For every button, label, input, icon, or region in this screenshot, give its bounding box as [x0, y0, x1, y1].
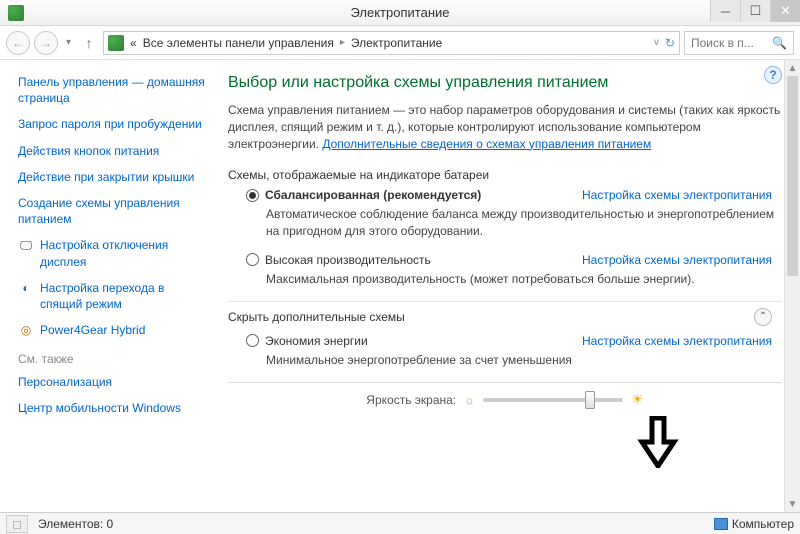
minimize-button[interactable]: ─ [710, 0, 740, 22]
crumb-control-panel[interactable]: Все элементы панели управления [141, 36, 336, 50]
section-battery-plans: Схемы, отображаемые на индикаторе батаре… [228, 168, 782, 182]
plan-settings-link[interactable]: Настройка схемы электропитания [582, 334, 782, 348]
navigation-bar: ← → ▾ ↑ « Все элементы панели управления… [0, 26, 800, 60]
crumb-power[interactable]: Электропитание [349, 36, 444, 50]
sidebar-item-power4gear[interactable]: ◎ Power4Gear Hybrid [18, 322, 208, 338]
scroll-up-button[interactable]: ▲ [785, 60, 800, 76]
window-controls: ─ ☐ ✕ [710, 0, 800, 22]
bookmark-icon[interactable]: ◻ [6, 515, 28, 533]
collapse-button[interactable]: ⌃ [754, 308, 772, 326]
history-dropdown[interactable]: ▾ [66, 37, 71, 48]
sidebar-home-link[interactable]: Панель управления — домашняя страница [18, 74, 208, 106]
plan-description: Минимальное энергопотребление за счет ум… [266, 352, 782, 368]
search-icon: 🔍 [772, 36, 787, 50]
sidebar-link[interactable]: Действие при закрытии крышки [18, 169, 208, 185]
sidebar-item-sleep[interactable]: ◐ Настройка перехода в спящий режим [18, 280, 208, 312]
address-dropdown[interactable]: v [654, 37, 659, 48]
window-title: Электропитание [0, 5, 800, 20]
title-bar: Электропитание ─ ☐ ✕ [0, 0, 800, 26]
status-bar: ◻ Элементов: 0 Компьютер [0, 512, 800, 534]
status-elements-count: Элементов: 0 [38, 517, 113, 531]
radio-power-saver[interactable] [246, 334, 259, 347]
forward-button[interactable]: → [34, 31, 58, 55]
refresh-button[interactable]: ↻ [665, 36, 675, 50]
main-panel: ? Выбор или настройка схемы управления п… [218, 60, 800, 512]
vertical-scrollbar[interactable]: ▲ ▼ [784, 60, 800, 512]
sidebar: Панель управления — домашняя страница За… [0, 60, 218, 512]
sun-bright-icon: ☀ [631, 391, 644, 408]
sidebar-item-label: Настройка отключения дисплея [40, 237, 208, 269]
plan-name: Экономия энергии [265, 334, 368, 348]
crumb-separator: ▸ [338, 37, 347, 48]
plan-balanced: Сбалансированная (рекомендуется) Настрой… [246, 188, 782, 238]
scroll-thumb[interactable] [787, 76, 798, 276]
display-off-icon: 🖵 [18, 237, 34, 253]
hide-additional-label[interactable]: Скрыть дополнительные схемы [228, 310, 405, 324]
close-button[interactable]: ✕ [770, 0, 800, 22]
additional-plans-toggle-row: Скрыть дополнительные схемы ⌃ [228, 301, 782, 326]
plan-high-performance: Высокая производительность Настройка схе… [246, 253, 782, 287]
scroll-down-button[interactable]: ▼ [785, 496, 800, 512]
sidebar-item-display-off[interactable]: 🖵 Настройка отключения дисплея [18, 237, 208, 269]
location-icon [108, 35, 124, 51]
see-also-heading: См. также [18, 352, 208, 366]
slider-thumb[interactable] [585, 391, 595, 409]
radio-balanced[interactable] [246, 189, 259, 202]
plan-description: Автоматическое соблюдение баланса между … [266, 206, 782, 238]
brightness-bar: Яркость экрана: ☼ ☀ [228, 382, 782, 414]
page-description: Схема управления питанием — это набор па… [228, 102, 782, 152]
annotation-arrow-icon [636, 416, 680, 479]
sleep-icon: ◐ [18, 280, 34, 296]
search-box[interactable]: 🔍 [684, 31, 794, 55]
sidebar-item-label: Настройка перехода в спящий режим [40, 280, 208, 312]
sidebar-link[interactable]: Запрос пароля при пробуждении [18, 116, 208, 132]
more-info-link[interactable]: Дополнительные сведения о схемах управле… [322, 137, 651, 151]
page-title: Выбор или настройка схемы управления пит… [228, 74, 782, 92]
sidebar-link[interactable]: Создание схемы управления питанием [18, 195, 208, 227]
search-input[interactable] [691, 36, 766, 50]
sidebar-item-label: Power4Gear Hybrid [40, 322, 145, 338]
up-button[interactable]: ↑ [79, 33, 99, 53]
plan-name: Высокая производительность [265, 253, 431, 267]
sun-dim-icon: ☼ [464, 393, 475, 407]
brightness-slider[interactable] [483, 398, 623, 402]
maximize-button[interactable]: ☐ [740, 0, 770, 22]
computer-icon [714, 518, 728, 530]
crumb-prefix: « [128, 36, 139, 50]
plan-power-saver: Экономия энергии Настройка схемы электро… [246, 334, 782, 368]
radio-high-performance[interactable] [246, 253, 259, 266]
status-computer-label: Компьютер [732, 517, 794, 531]
see-also-link[interactable]: Персонализация [18, 374, 208, 390]
plan-name: Сбалансированная (рекомендуется) [265, 188, 481, 202]
power4gear-icon: ◎ [18, 322, 34, 338]
back-button[interactable]: ← [6, 31, 30, 55]
brightness-label: Яркость экрана: [366, 393, 456, 407]
plan-settings-link[interactable]: Настройка схемы электропитания [582, 188, 782, 202]
address-bar[interactable]: « Все элементы панели управления ▸ Элект… [103, 31, 680, 55]
sidebar-link[interactable]: Действия кнопок питания [18, 143, 208, 159]
help-icon[interactable]: ? [764, 66, 782, 84]
see-also-link[interactable]: Центр мобильности Windows [18, 400, 208, 416]
plan-settings-link[interactable]: Настройка схемы электропитания [582, 253, 782, 267]
plan-description: Максимальная производительность (может п… [266, 271, 782, 287]
content-area: Панель управления — домашняя страница За… [0, 60, 800, 512]
